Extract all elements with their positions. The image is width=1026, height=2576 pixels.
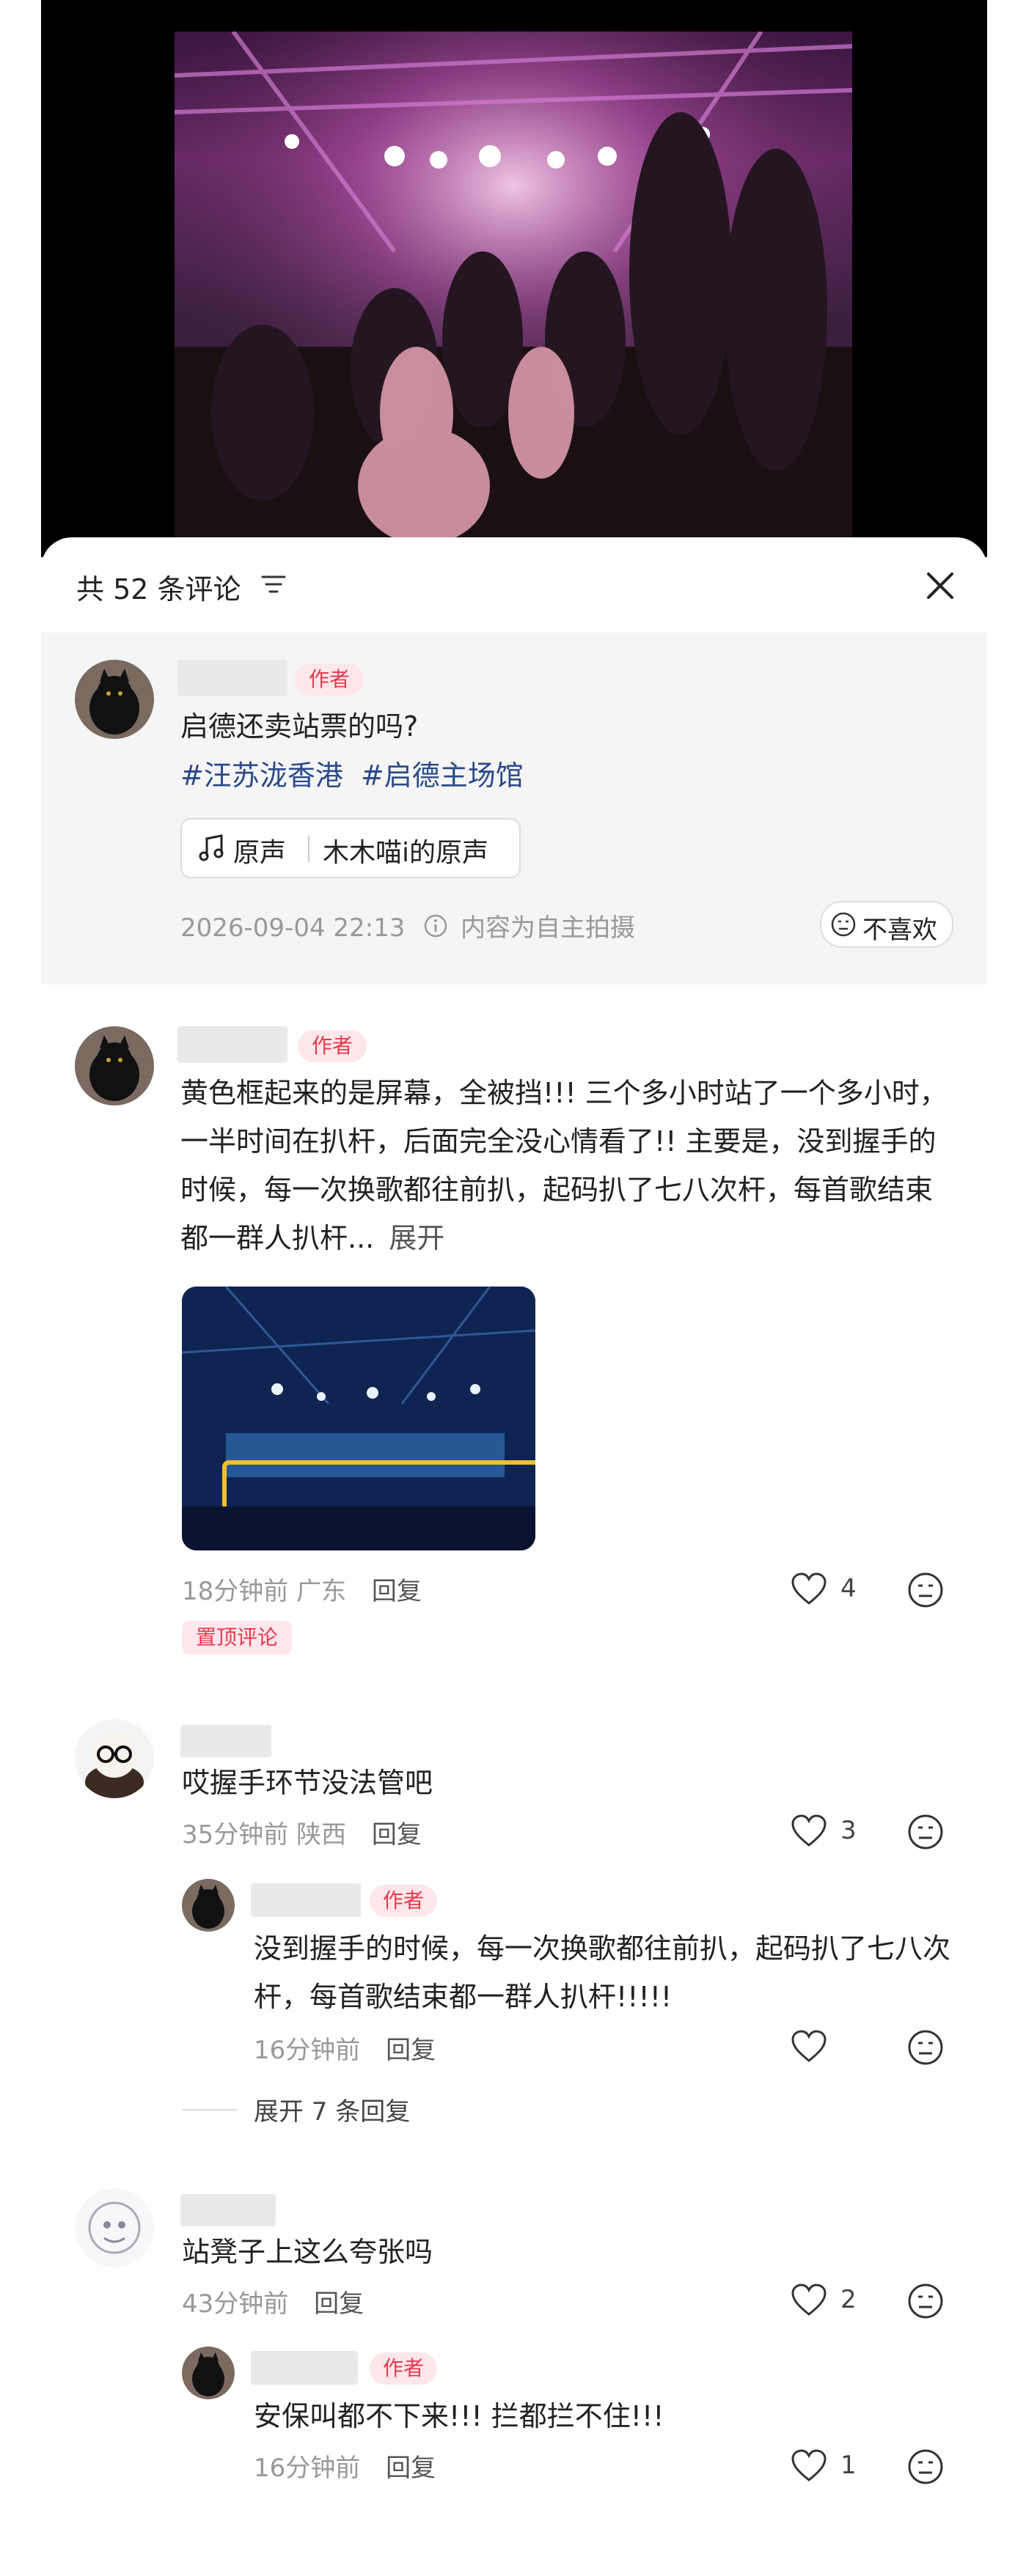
hashtag-link[interactable]: #启德主场馆 bbox=[361, 759, 524, 792]
comment-text: 站凳子上这么夸张吗 bbox=[182, 2236, 433, 2268]
post-hashtags: #汪苏泷香港 #启德主场馆 bbox=[180, 751, 524, 800]
commenter-avatar[interactable] bbox=[75, 1719, 154, 1798]
post-meta: 2026-09-04 22:13 内容为自主拍摄 bbox=[180, 908, 635, 945]
author-badge: 作者 bbox=[370, 2352, 437, 2385]
reply-meta: 16分钟前 回复 bbox=[254, 2030, 436, 2066]
dislike-face-icon[interactable] bbox=[906, 2028, 945, 2069]
replier-avatar[interactable] bbox=[182, 1879, 235, 1932]
author-avatar[interactable] bbox=[75, 660, 154, 739]
like-count: 3 bbox=[840, 1816, 857, 1845]
author-badge: 作者 bbox=[295, 663, 364, 696]
dislike-button[interactable]: 不喜欢 bbox=[820, 901, 953, 948]
author-badge: 作者 bbox=[370, 1885, 437, 1917]
concert-scene-image bbox=[175, 32, 852, 545]
video-player[interactable] bbox=[175, 32, 852, 545]
replier-avatar[interactable] bbox=[182, 2347, 235, 2399]
reply-text: 安保叫都不下来!!! 拦都拦不住!!! bbox=[254, 2400, 664, 2432]
post-description: 作者 启德还卖站票的吗? #汪苏泷香港 #启德主场馆 原声 木木喵i的原声 20… bbox=[41, 633, 987, 985]
reply-button[interactable]: 回复 bbox=[314, 2289, 364, 2319]
reply-time: 16分钟前 bbox=[254, 2454, 361, 2483]
commenter-name-blurred[interactable] bbox=[180, 1725, 271, 1757]
replier-name-blurred[interactable] bbox=[251, 1883, 361, 1917]
info-icon bbox=[423, 913, 448, 945]
expand-link[interactable]: 展开 bbox=[389, 1222, 444, 1254]
commenter-avatar[interactable] bbox=[75, 1026, 154, 1105]
reply-time: 16分钟前 bbox=[254, 2036, 361, 2065]
content-notice: 内容为自主拍摄 bbox=[461, 913, 636, 943]
author-name-blurred[interactable] bbox=[177, 660, 287, 696]
comments-count-title: 共 52 条评论 bbox=[76, 573, 241, 606]
heart-icon[interactable] bbox=[791, 2449, 827, 2486]
heart-icon[interactable] bbox=[791, 2284, 827, 2320]
commenter-name-blurred[interactable] bbox=[177, 1026, 287, 1063]
close-icon[interactable] bbox=[923, 568, 958, 603]
reply-text: 没到握手的时候，每一次换歌都往前扒，起码扒了七八次杆，每首歌结束都一群人扒杆!!… bbox=[254, 1932, 951, 2013]
post-text: 启德还卖站票的吗? bbox=[180, 710, 419, 743]
comments-sheet: 共 52 条评论 作者 启德还卖站票的吗? #汪苏泷香港 #启德主场馆 原声 木… bbox=[41, 537, 987, 2576]
pinned-comment-badge: 置顶评论 bbox=[182, 1621, 292, 1655]
like-count: 1 bbox=[840, 2451, 857, 2480]
expand-replies-button[interactable]: 展开 7 条回复 bbox=[254, 2091, 410, 2127]
comment-text: 哎握手环节没法管吧 bbox=[182, 1767, 433, 1799]
reply-button[interactable]: 回复 bbox=[386, 2454, 436, 2483]
music-note-icon bbox=[198, 833, 227, 865]
comments-header: 共 52 条评论 bbox=[41, 537, 987, 633]
commenter-avatar[interactable] bbox=[75, 2188, 154, 2267]
comment-time: 43分钟前 bbox=[182, 2289, 289, 2319]
sound-label: 原声 bbox=[233, 838, 287, 868]
comment-meta: 43分钟前 回复 bbox=[182, 2284, 364, 2319]
neutral-face-icon bbox=[830, 911, 857, 941]
dislike-label: 不喜欢 bbox=[862, 916, 937, 945]
commenter-name-blurred[interactable] bbox=[180, 2194, 276, 2226]
original-sound-chip[interactable]: 原声 木木喵i的原声 bbox=[180, 818, 521, 878]
comment-time-location: 35分钟前 陕西 bbox=[182, 1820, 347, 1850]
comment-meta: 18分钟前 广东 回复 bbox=[182, 1571, 422, 1607]
hashtag-link[interactable]: #汪苏泷香港 bbox=[180, 759, 343, 792]
like-count: 4 bbox=[840, 1574, 857, 1603]
comment-body: 黄色框起来的是屏幕，全被挡!!! 三个多小时站了一个多小时，一半时间在扒杆，后面… bbox=[180, 1077, 948, 1254]
sound-name: 木木喵i的原声 bbox=[323, 838, 489, 868]
comment-image[interactable] bbox=[182, 1287, 535, 1550]
comment-text: 黄色框起来的是屏幕，全被挡!!! 三个多小时站了一个多小时，一半时间在扒杆，后面… bbox=[180, 1069, 950, 1262]
like-count: 2 bbox=[840, 2285, 857, 2314]
comment-meta: 35分钟前 陕西 回复 bbox=[182, 1814, 422, 1850]
author-badge: 作者 bbox=[298, 1030, 367, 1062]
reply-button[interactable]: 回复 bbox=[372, 1577, 422, 1606]
dislike-face-icon[interactable] bbox=[906, 1813, 945, 1854]
replier-name-blurred[interactable] bbox=[251, 2351, 358, 2385]
heart-icon[interactable] bbox=[791, 1814, 827, 1851]
heart-icon[interactable] bbox=[791, 1572, 827, 1609]
reply-button[interactable]: 回复 bbox=[372, 1820, 422, 1850]
dislike-face-icon[interactable] bbox=[906, 1571, 945, 1612]
heart-icon[interactable] bbox=[791, 2030, 827, 2067]
reply-button[interactable]: 回复 bbox=[386, 2036, 436, 2065]
dislike-face-icon[interactable] bbox=[906, 2448, 945, 2489]
dislike-face-icon[interactable] bbox=[906, 2282, 945, 2323]
post-timestamp: 2026-09-04 22:13 bbox=[180, 913, 406, 943]
more-replies-divider bbox=[182, 2109, 238, 2111]
sound-divider bbox=[308, 836, 309, 862]
reply-meta: 16分钟前 回复 bbox=[254, 2448, 436, 2484]
comment-time-location: 18分钟前 广东 bbox=[182, 1577, 347, 1606]
sort-filter-icon[interactable] bbox=[261, 574, 286, 599]
